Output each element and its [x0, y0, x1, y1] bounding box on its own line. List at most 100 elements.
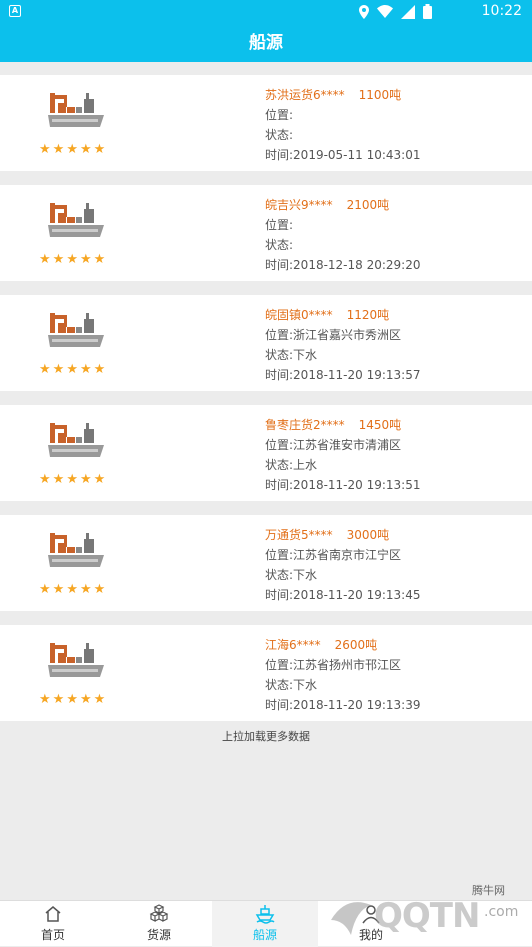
ship-tonnage: 3000吨 [346, 528, 390, 542]
star-icon: ★ [93, 252, 106, 267]
ship-status: 状态: [265, 128, 294, 142]
ship-location: 位置: [265, 108, 294, 122]
page-title: 船源 [249, 33, 283, 53]
cargo-icon [149, 904, 169, 922]
ship-info: 万通货5**** 3000吨 位置:江苏省南京市江宁区 状态:下水 时间:2018… [265, 525, 421, 605]
ship-time: 时间:2018-11-20 19:13:51 [265, 478, 421, 492]
star-icon: ★ [39, 692, 51, 707]
star-icon: ★ [52, 582, 65, 597]
ship-card[interactable]: ★ ★ ★ ★ ★ 鲁枣庄货2**** 1450吨 位置:江苏省淮安市清浦区 状态:上水 … [0, 405, 532, 501]
ship-info: 皖固镇0**** 1120吨 位置:浙江省嘉兴市秀洲区 状态:下水 时间:2018… [265, 305, 421, 385]
ship-name: 鲁枣庄货2**** [265, 418, 345, 432]
star-icon: ★ [79, 472, 92, 487]
watermark-site-name: 腾牛网 [472, 884, 505, 897]
rating-stars: ★ ★ ★ ★ ★ [39, 583, 105, 596]
ship-name: 万通货5**** [265, 528, 333, 542]
ship-name: 江海6**** [265, 638, 321, 652]
ship-location: 位置:江苏省扬州市邗江区 [265, 658, 402, 672]
watermark-logo-icon [331, 902, 371, 935]
tab-label: 货源 [146, 928, 171, 942]
star-icon: ★ [66, 472, 78, 487]
ship-card[interactable]: ★ ★ ★ ★ ★ 苏洪运货6**** 1100吨 位置: 状态: 时间:2019-05-… [0, 75, 532, 171]
clock: 10:22 [481, 3, 522, 19]
watermark: QQTN .com 腾牛网 [322, 880, 532, 946]
ship-info: 苏洪运货6**** 1100吨 位置: 状态: 时间:2019-05-11 10:… [265, 85, 421, 165]
load-more-hint: 上拉加载更多数据 [222, 730, 310, 743]
watermark-suffix: .com [484, 904, 519, 920]
app-notification-icon: A [9, 5, 21, 17]
battery-icon [423, 4, 432, 19]
tab-home[interactable]: 首页 [0, 901, 106, 947]
star-icon: ★ [93, 472, 106, 487]
star-icon: ★ [52, 472, 65, 487]
ship-card[interactable]: ★ ★ ★ ★ ★ 皖吉兴9**** 2100吨 位置: 状态: 时间:2018-12-1… [0, 185, 532, 281]
ship-time: 时间:2018-12-18 20:29:20 [265, 258, 421, 272]
ship-tonnage: 2100吨 [346, 198, 390, 212]
rating-stars: ★ ★ ★ ★ ★ [39, 693, 105, 706]
app-header: 船源 [0, 24, 532, 62]
star-icon: ★ [66, 252, 78, 267]
ship-location: 位置:江苏省淮安市清浦区 [265, 438, 402, 452]
signal-icon [401, 4, 415, 19]
ship-icon [255, 905, 275, 924]
ship-list: ★ ★ ★ ★ ★ 苏洪运货6**** 1100吨 位置: 状态: 时间:2019-05-… [0, 75, 532, 735]
ship-name: 皖固镇0**** [265, 308, 333, 322]
star-icon: ★ [93, 362, 106, 377]
watermark-text: QQTN [374, 896, 480, 936]
cargo-ship-icon [48, 533, 104, 567]
star-icon: ★ [79, 142, 92, 157]
ship-time: 时间:2019-05-11 10:43:01 [265, 148, 421, 162]
ship-card[interactable]: ★ ★ ★ ★ ★ 万通货5**** 3000吨 位置:江苏省南京市江宁区 状态:下水 时… [0, 515, 532, 611]
star-icon: ★ [39, 142, 51, 157]
ship-card[interactable]: ★ ★ ★ ★ ★ 江海6**** 2600吨 位置:江苏省扬州市邗江区 状态:下水 时间… [0, 625, 532, 721]
ship-name: 苏洪运货6**** [265, 88, 345, 102]
cargo-ship-icon [48, 643, 104, 677]
star-icon: ★ [66, 692, 78, 707]
rating-stars: ★ ★ ★ ★ ★ [39, 473, 105, 486]
rating-stars: ★ ★ ★ ★ ★ [39, 363, 105, 376]
rating-stars: ★ ★ ★ ★ ★ [39, 143, 105, 156]
ship-status: 状态:上水 [265, 458, 318, 472]
star-icon: ★ [93, 582, 106, 597]
ship-time: 时间:2018-11-20 19:13:39 [265, 698, 421, 712]
ship-name: 皖吉兴9**** [265, 198, 333, 212]
home-icon [45, 906, 61, 922]
status-icons [359, 4, 432, 19]
star-icon: ★ [66, 582, 78, 597]
ship-tonnage: 2600吨 [334, 638, 378, 652]
ship-location: 位置:江苏省南京市江宁区 [265, 548, 402, 562]
ship-status: 状态:下水 [265, 678, 318, 692]
star-icon: ★ [52, 692, 65, 707]
star-icon: ★ [39, 472, 51, 487]
location-icon [359, 4, 369, 19]
tab-cargo[interactable]: 货源 [106, 901, 212, 947]
ship-time: 时间:2018-11-20 19:13:57 [265, 368, 421, 382]
cargo-ship-icon [48, 313, 104, 347]
ship-info: 皖吉兴9**** 2100吨 位置: 状态: 时间:2018-12-18 20:2… [265, 195, 421, 275]
ship-status: 状态:下水 [265, 568, 318, 582]
star-icon: ★ [52, 362, 65, 377]
ship-tonnage: 1450吨 [358, 418, 402, 432]
star-icon: ★ [79, 692, 92, 707]
star-icon: ★ [66, 362, 78, 377]
star-icon: ★ [79, 362, 92, 377]
ship-card[interactable]: ★ ★ ★ ★ ★ 皖固镇0**** 1120吨 位置:浙江省嘉兴市秀洲区 状态:下水 时… [0, 295, 532, 391]
star-icon: ★ [39, 362, 51, 377]
star-icon: ★ [39, 252, 51, 267]
tab-label: 首页 [40, 928, 65, 942]
ship-info: 鲁枣庄货2**** 1450吨 位置:江苏省淮安市清浦区 状态:上水 时间:201… [265, 415, 421, 495]
tab-ships[interactable]: 船源 [212, 901, 318, 947]
ship-time: 时间:2018-11-20 19:13:45 [265, 588, 421, 602]
ship-info: 江海6**** 2600吨 位置:江苏省扬州市邗江区 状态:下水 时间:2018-… [265, 635, 421, 715]
ship-location: 位置:浙江省嘉兴市秀洲区 [265, 328, 402, 342]
ship-tonnage: 1100吨 [358, 88, 402, 102]
star-icon: ★ [52, 252, 65, 267]
cargo-ship-icon [48, 203, 104, 237]
star-icon: ★ [93, 692, 106, 707]
ship-location: 位置: [265, 218, 294, 232]
rating-stars: ★ ★ ★ ★ ★ [39, 253, 105, 266]
cargo-ship-icon [48, 423, 104, 457]
tab-label: 船源 [252, 928, 277, 942]
star-icon: ★ [93, 142, 106, 157]
ship-status: 状态: [265, 238, 294, 252]
